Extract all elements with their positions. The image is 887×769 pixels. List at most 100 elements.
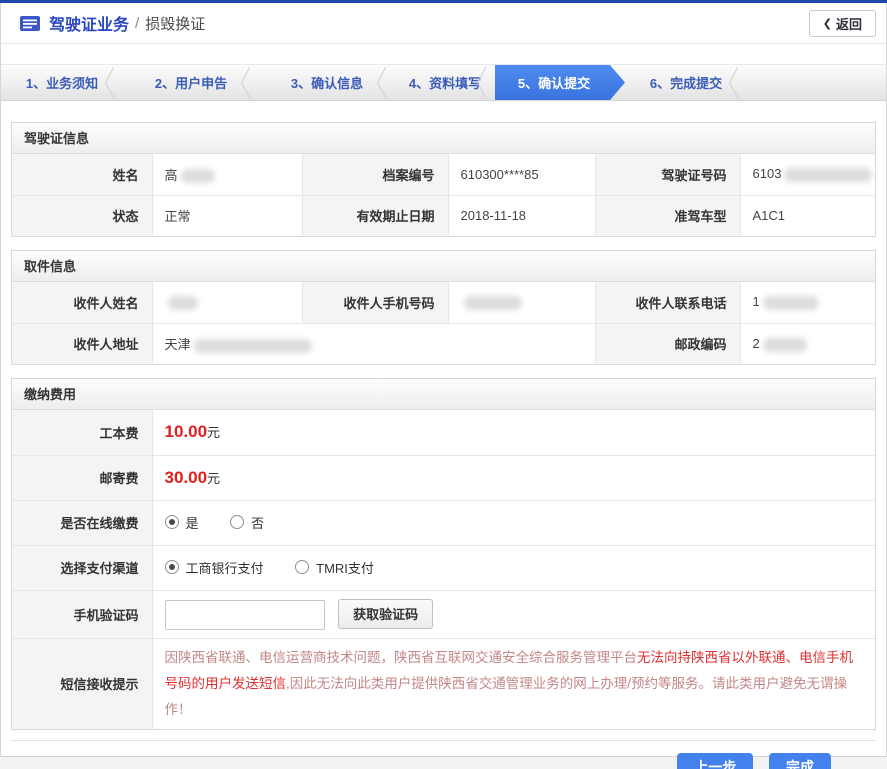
table-row: 手机验证码 获取验证码 (12, 589, 875, 639)
recipient-name-value (151, 282, 303, 324)
page-content: 驾驶证信息 姓名 高 档案编号 610300****85 驾驶证号码 6103 … (1, 122, 886, 730)
back-button-label: 返回 (835, 17, 862, 32)
step-separator-icon (103, 65, 117, 100)
form-list-icon (20, 15, 40, 31)
pay-channel-options: 工商银行支付 TMRI支付 (151, 544, 875, 591)
postcode-value: 2 (739, 322, 875, 364)
license-no-value-text: 6103 (752, 166, 782, 182)
radio-label: TMRI支付 (316, 560, 374, 576)
address-label: 收件人地址 (12, 322, 153, 364)
redacted-blur (193, 338, 312, 353)
card-fee-amount: 10.00 (164, 422, 208, 442)
page-header: 驾驶证业务 / 损毁换证 ❮ 返回 (1, 3, 886, 44)
step-6-finish-submit[interactable]: 6、完成提交 (625, 65, 747, 100)
footer-actions: 上一步 完成 (11, 739, 876, 769)
step-label: 2、用户申告 (154, 76, 228, 91)
step-separator-icon (239, 65, 253, 100)
step-separator-icon (727, 65, 741, 100)
online-pay-no-radio[interactable]: 否 (230, 513, 264, 532)
license-no-label: 驾驶证号码 (594, 154, 741, 196)
pay-channel-label: 选择支付渠道 (12, 544, 153, 591)
expiry-label: 有效期止日期 (301, 194, 449, 236)
vehicle-type-value: A1C1 (739, 194, 875, 236)
sms-tip-part1: 因陕西省联通、电信运营商技术问题，陕西省互联网交通安全综合服务管理平台 (164, 649, 638, 665)
online-pay-yes-radio[interactable]: 是 (164, 513, 199, 532)
radio-label: 是 (185, 515, 199, 531)
card-fee-label: 工本费 (12, 410, 153, 456)
name-label: 姓名 (12, 154, 153, 196)
online-pay-label: 是否在线缴费 (12, 499, 153, 546)
table-row: 收件人姓名 收件人手机号码 收件人联系电话 1 (12, 282, 875, 324)
back-chevron-icon: ❮ (822, 18, 832, 30)
back-button[interactable]: ❮ 返回 (808, 10, 876, 37)
table-row: 状态 正常 有效期止日期 2018-11-18 准驾车型 A1C1 (12, 194, 875, 236)
table-row: 短信接收提示 因陕西省联通、电信运营商技术问题，陕西省互联网交通安全综合服务管理… (12, 637, 875, 729)
fees-table: 工本费 10.00元 邮寄费 30.00元 是否在线缴费 是 否 选择支付渠道 … (12, 410, 875, 729)
redacted-blur (180, 169, 215, 184)
step-1-business-notice[interactable]: 1、业务须知 (1, 65, 123, 100)
step-indicator: 1、业务须知 2、用户申告 3、确认信息 4、资料填写 5、确认提交 6、完成提… (1, 64, 886, 101)
recipient-phone-text: 1 (752, 294, 760, 310)
section-title: 取件信息 (12, 251, 875, 282)
radio-unchecked-icon[interactable] (230, 515, 245, 530)
table-row: 姓名 高 档案编号 610300****85 驾驶证号码 6103 (12, 154, 875, 196)
page-title: 驾驶证业务 (49, 17, 130, 34)
channel-icbc-radio[interactable]: 工商银行支付 (164, 558, 264, 577)
radio-checked-icon[interactable] (164, 515, 179, 530)
finish-button[interactable]: 完成 (769, 752, 831, 769)
expiry-value: 2018-11-18 (447, 194, 596, 236)
license-info-table: 姓名 高 档案编号 610300****85 驾驶证号码 6103 状态 正常 … (12, 154, 875, 236)
step-3-confirm-info[interactable]: 3、确认信息 (259, 65, 395, 100)
section-pickup-info: 取件信息 收件人姓名 收件人手机号码 收件人联系电话 1 收件人地址 天津 邮政… (11, 250, 876, 365)
channel-tmri-radio[interactable]: TMRI支付 (295, 558, 374, 577)
step-label: 4、资料填写 (408, 76, 482, 91)
breadcrumb-separator: / (135, 14, 140, 32)
sms-tip-label: 短信接收提示 (12, 637, 153, 729)
previous-step-button[interactable]: 上一步 (677, 752, 754, 769)
redacted-blur (784, 168, 873, 183)
radio-label: 工商银行支付 (185, 560, 264, 576)
status-value: 正常 (151, 194, 303, 236)
postcode-text: 2 (752, 335, 760, 351)
sms-code-input[interactable] (164, 599, 325, 630)
get-code-button[interactable]: 获取验证码 (338, 598, 434, 629)
recipient-phone-value: 1 (739, 282, 875, 324)
table-row: 工本费 10.00元 (12, 410, 875, 456)
step-5-confirm-submit[interactable]: 5、确认提交 (495, 65, 625, 100)
step-label: 5、确认提交 (517, 76, 591, 91)
radio-label: 否 (251, 515, 265, 531)
step-2-user-declaration[interactable]: 2、用户申告 (123, 65, 259, 100)
redacted-blur (167, 296, 198, 311)
breadcrumb-current: 损毁换证 (145, 15, 206, 33)
name-value: 高 (151, 154, 303, 196)
radio-unchecked-icon[interactable] (295, 560, 310, 575)
table-row: 收件人地址 天津 邮政编码 2 (12, 322, 875, 364)
table-row: 是否在线缴费 是 否 (12, 499, 875, 546)
step-label: 3、确认信息 (290, 76, 364, 91)
post-fee-value: 30.00元 (151, 454, 875, 501)
post-fee-label: 邮寄费 (12, 454, 153, 501)
postcode-label: 邮政编码 (594, 322, 741, 364)
section-title: 驾驶证信息 (12, 123, 875, 154)
sms-code-label: 手机验证码 (12, 589, 153, 639)
recipient-phone-label: 收件人联系电话 (594, 282, 741, 324)
step-4-fill-material[interactable]: 4、资料填写 (395, 65, 495, 100)
recipient-name-label: 收件人姓名 (12, 282, 153, 324)
step-label: 6、完成提交 (649, 76, 723, 91)
section-license-info: 驾驶证信息 姓名 高 档案编号 610300****85 驾驶证号码 6103 … (11, 122, 876, 237)
vehicle-type-label: 准驾车型 (594, 194, 741, 236)
table-row: 选择支付渠道 工商银行支付 TMRI支付 (12, 544, 875, 591)
online-pay-options: 是 否 (151, 499, 875, 546)
status-label: 状态 (12, 194, 153, 236)
radio-checked-icon[interactable] (164, 560, 179, 575)
pickup-info-table: 收件人姓名 收件人手机号码 收件人联系电话 1 收件人地址 天津 邮政编码 2 (12, 282, 875, 364)
section-fees: 缴纳费用 工本费 10.00元 邮寄费 30.00元 是否在线缴费 是 否 选择… (11, 378, 876, 730)
name-value-text: 高 (164, 167, 178, 183)
step-label: 1、业务须知 (25, 76, 99, 91)
main-panel: 驾驶证业务 / 损毁换证 ❮ 返回 1、业务须知 2、用户申告 3、确认信息 4… (0, 3, 887, 769)
recipient-mobile-label: 收件人手机号码 (301, 282, 449, 324)
header-steps-gap (1, 44, 886, 64)
redacted-blur (762, 337, 807, 352)
license-no-value: 6103 (739, 154, 875, 196)
card-fee-value: 10.00元 (151, 410, 875, 456)
